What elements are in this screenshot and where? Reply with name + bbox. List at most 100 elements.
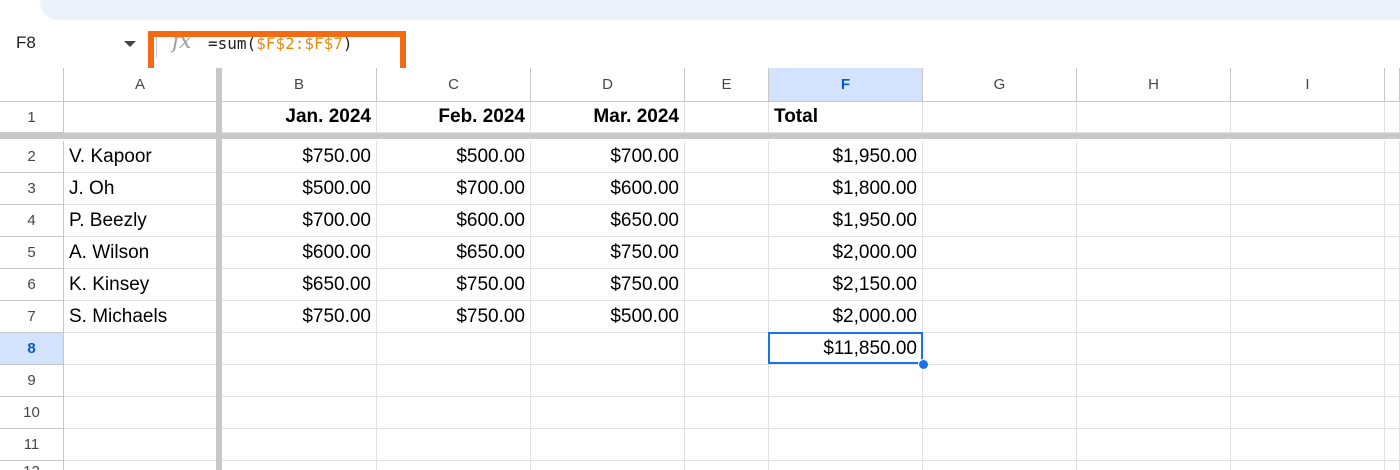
cell-g5[interactable] [923,237,1077,269]
cell-b9[interactable] [222,365,377,397]
column-header-h[interactable]: H [1077,68,1231,102]
row-header-2[interactable]: 2 [0,141,64,173]
formula-input[interactable]: =sum($F$2:$F$7) [208,34,353,53]
cell-partial[interactable] [1385,205,1400,237]
cell-d11[interactable] [531,429,685,461]
column-header-e[interactable]: E [685,68,769,102]
cell-c10[interactable] [377,397,531,429]
cell-f7[interactable]: $2,000.00 [769,301,923,333]
cell-g9[interactable] [923,365,1077,397]
cell-i4[interactable] [1231,205,1385,237]
column-header-a[interactable]: A [64,68,217,102]
cell-d12[interactable] [531,461,685,470]
cell-partial[interactable] [1385,269,1400,301]
cell-h8[interactable] [1077,333,1231,365]
name-box[interactable]: F8 [16,33,36,53]
cell-g12[interactable] [923,461,1077,470]
cell-d9[interactable] [531,365,685,397]
cell-a11[interactable] [64,429,217,461]
cell-c6[interactable]: $750.00 [377,269,531,301]
cell-a5[interactable]: A. Wilson [64,237,217,269]
cell-e4[interactable] [685,205,769,237]
cell-h5[interactable] [1077,237,1231,269]
cell-a10[interactable] [64,397,217,429]
cell-c11[interactable] [377,429,531,461]
cell-d5[interactable]: $750.00 [531,237,685,269]
cell-g4[interactable] [923,205,1077,237]
cell-d8[interactable] [531,333,685,365]
cell-h6[interactable] [1077,269,1231,301]
cell-c1[interactable]: Feb. 2024 [377,102,531,133]
cell-b1[interactable]: Jan. 2024 [222,102,377,133]
cell-a1[interactable] [64,102,217,133]
cell-g8[interactable] [923,333,1077,365]
name-box-dropdown-icon[interactable] [124,41,136,47]
cell-g7[interactable] [923,301,1077,333]
cell-h7[interactable] [1077,301,1231,333]
column-header-b[interactable]: B [222,68,377,102]
cell-i3[interactable] [1231,173,1385,205]
cell-partial[interactable] [1385,365,1400,397]
column-header-partial[interactable] [1385,68,1400,102]
cell-f3[interactable]: $1,800.00 [769,173,923,205]
cell-f5[interactable]: $2,000.00 [769,237,923,269]
row-header-8[interactable]: 8 [0,333,64,365]
cell-c5[interactable]: $650.00 [377,237,531,269]
cell-b12[interactable] [222,461,377,470]
cell-e6[interactable] [685,269,769,301]
cell-f6[interactable]: $2,150.00 [769,269,923,301]
cell-h4[interactable] [1077,205,1231,237]
cell-h12[interactable] [1077,461,1231,470]
cell-h9[interactable] [1077,365,1231,397]
cell-e11[interactable] [685,429,769,461]
cell-g11[interactable] [923,429,1077,461]
cell-c12[interactable] [377,461,531,470]
select-all-corner[interactable] [0,68,64,102]
cell-c8[interactable] [377,333,531,365]
cell-b5[interactable]: $600.00 [222,237,377,269]
cell-i12[interactable] [1231,461,1385,470]
row-header-9[interactable]: 9 [0,365,64,397]
cell-f10[interactable] [769,397,923,429]
cell-d2[interactable]: $700.00 [531,141,685,173]
cell-h3[interactable] [1077,173,1231,205]
cell-a8[interactable] [64,333,217,365]
cell-d10[interactable] [531,397,685,429]
row-header-10[interactable]: 10 [0,397,64,429]
cell-d1[interactable]: Mar. 2024 [531,102,685,133]
cell-partial[interactable] [1385,237,1400,269]
column-header-i[interactable]: I [1231,68,1385,102]
cell-b3[interactable]: $500.00 [222,173,377,205]
cell-partial[interactable] [1385,173,1400,205]
cell-f9[interactable] [769,365,923,397]
row-header-4[interactable]: 4 [0,205,64,237]
cell-e8[interactable] [685,333,769,365]
cell-a6[interactable]: K. Kinsey [64,269,217,301]
cell-partial[interactable] [1385,429,1400,461]
cell-e9[interactable] [685,365,769,397]
cell-e1[interactable] [685,102,769,133]
cell-g6[interactable] [923,269,1077,301]
cell-e10[interactable] [685,397,769,429]
cell-d4[interactable]: $650.00 [531,205,685,237]
cell-i8[interactable] [1231,333,1385,365]
cell-g3[interactable] [923,173,1077,205]
cell-f8[interactable]: $11,850.00 [769,333,923,365]
row-header-3[interactable]: 3 [0,173,64,205]
cell-i9[interactable] [1231,365,1385,397]
cell-e5[interactable] [685,237,769,269]
cell-i1[interactable] [1231,102,1385,133]
row-header-6[interactable]: 6 [0,269,64,301]
cell-a7[interactable]: S. Michaels [64,301,217,333]
cell-a2[interactable]: V. Kapoor [64,141,217,173]
cell-i7[interactable] [1231,301,1385,333]
cell-b10[interactable] [222,397,377,429]
cell-h2[interactable] [1077,141,1231,173]
cell-b6[interactable]: $650.00 [222,269,377,301]
cell-partial[interactable] [1385,141,1400,173]
cell-h1[interactable] [1077,102,1231,133]
cell-h11[interactable] [1077,429,1231,461]
cell-f4[interactable]: $1,950.00 [769,205,923,237]
cell-g2[interactable] [923,141,1077,173]
cell-i6[interactable] [1231,269,1385,301]
